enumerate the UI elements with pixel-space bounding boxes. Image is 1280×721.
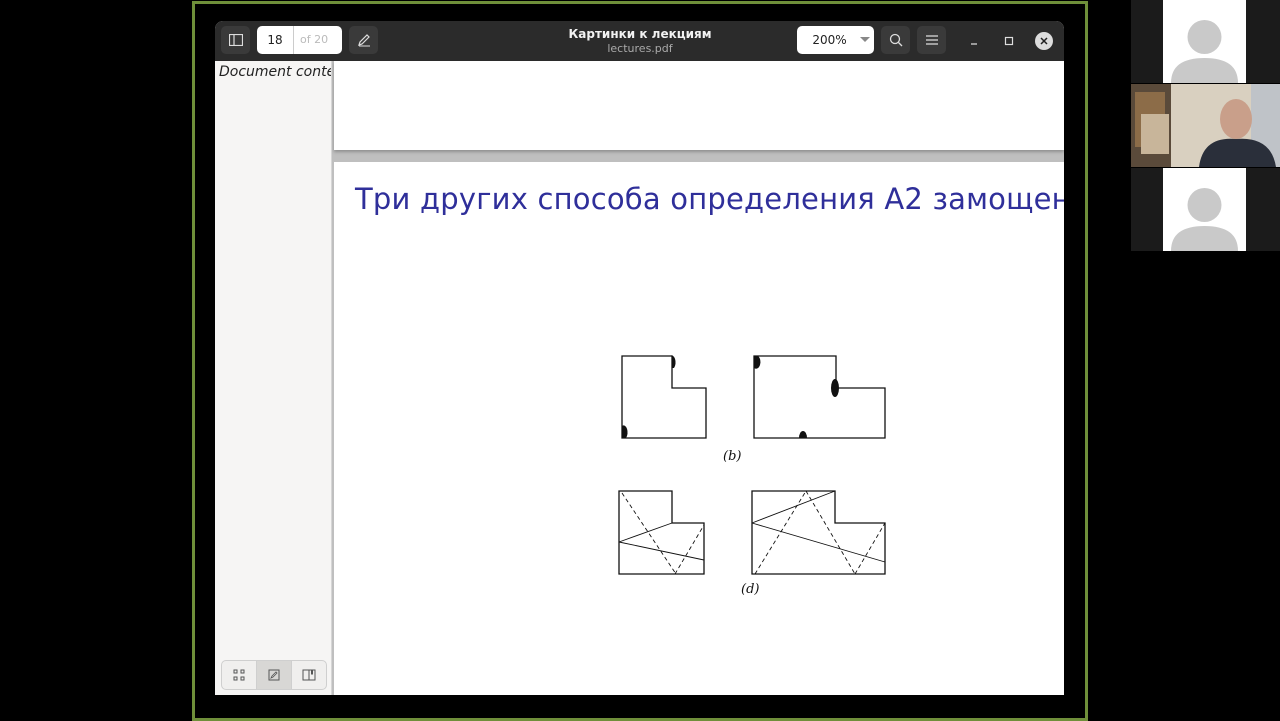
annotations-button[interactable] — [257, 661, 292, 689]
tiling-figure — [618, 355, 886, 575]
figure-b-markers-small — [622, 355, 676, 438]
page-total: of 20 — [300, 33, 329, 46]
sidebar-heading: Document contents — [219, 64, 331, 80]
current-page[interactable]: 18 — [257, 26, 294, 54]
annotate-button[interactable] — [349, 26, 378, 54]
minimize-button[interactable] — [965, 32, 983, 50]
figure-b-shape-large — [753, 355, 886, 439]
avatar — [1163, 168, 1246, 251]
figure-d-lines-small — [618, 492, 705, 575]
sidebar-mode-switcher — [221, 660, 327, 690]
participant-tile-3[interactable] — [1131, 168, 1280, 251]
pdf-viewer-window: 18 of 20 Картинки к лекциям lectures.pdf… — [215, 21, 1064, 695]
bookmarks-button[interactable] — [292, 661, 326, 689]
figure-b-shape-small — [621, 355, 707, 439]
bookmarks-icon — [302, 669, 316, 681]
chevron-down-icon — [856, 37, 874, 43]
sidebar-toggle-icon — [228, 34, 243, 46]
figure-label-d: (d) — [741, 582, 760, 597]
user-placeholder-icon — [1171, 20, 1238, 83]
window-title: Картинки к лекциям — [568, 27, 712, 41]
window-subtitle: lectures.pdf — [607, 42, 673, 55]
maximize-icon — [1004, 36, 1014, 46]
page-number-entry[interactable]: 18 of 20 — [257, 26, 342, 54]
maximize-button[interactable] — [1000, 32, 1018, 50]
annotations-icon — [268, 669, 280, 681]
camera-video — [1131, 84, 1280, 167]
minimize-icon — [971, 43, 977, 45]
figure-b-markers-large — [754, 356, 839, 438]
participant-tile-2[interactable] — [1131, 84, 1280, 167]
hamburger-menu-icon — [925, 35, 938, 45]
header-bar: 18 of 20 Картинки к лекциям lectures.pdf… — [215, 21, 1064, 61]
participant-tile-1[interactable] — [1131, 0, 1280, 83]
thumbnails-icon — [233, 669, 245, 681]
figure-label-b: (b) — [723, 449, 742, 464]
pencil-icon — [357, 34, 370, 47]
search-icon — [889, 33, 902, 47]
figure-d-shape-small — [618, 490, 705, 575]
user-placeholder-icon — [1171, 188, 1238, 251]
zoom-dropdown[interactable]: 200% — [797, 26, 874, 54]
sidebar-toggle-button[interactable] — [221, 26, 250, 54]
window-titles: Картинки к лекциям lectures.pdf — [515, 26, 765, 55]
figure-d-shape-large — [751, 490, 886, 575]
close-icon — [1040, 37, 1048, 45]
document-view[interactable]: Три других способа определения A2 замоще… — [332, 61, 1064, 695]
previous-page — [334, 61, 1064, 150]
figure-d-lines-large — [751, 490, 886, 575]
thumbnails-button[interactable] — [222, 661, 257, 689]
close-button[interactable] — [1035, 32, 1053, 50]
zoom-value: 200% — [812, 33, 847, 47]
current-page-content: Три других способа определения A2 замоще… — [334, 162, 1064, 695]
search-button[interactable] — [881, 26, 910, 54]
avatar — [1163, 0, 1246, 83]
document-sidebar: Document contents — [215, 61, 332, 695]
menu-button[interactable] — [917, 26, 946, 54]
